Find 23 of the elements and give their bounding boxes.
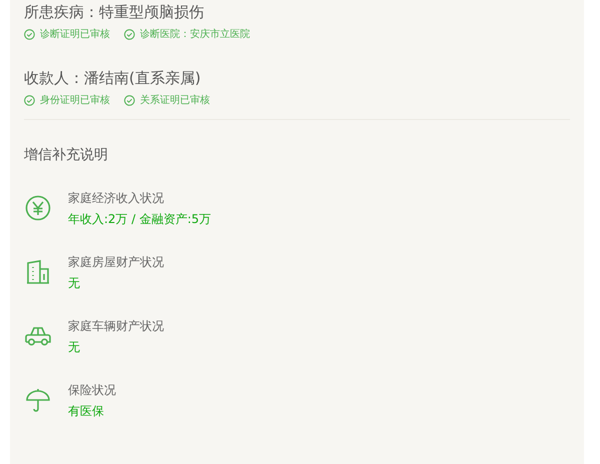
building-icon	[25, 259, 51, 285]
item-value: 无	[68, 338, 81, 356]
check-circle-icon	[124, 28, 135, 40]
car-icon	[24, 325, 52, 347]
item-label: 家庭车辆财产状况	[68, 318, 164, 334]
item-value: 有医保	[68, 402, 105, 420]
check-circle-icon	[24, 94, 35, 106]
verified-tag: 诊断证明已审核	[40, 27, 110, 41]
umbrella-icon	[25, 387, 51, 413]
info-title: 所患疾病：特重型颅脑损伤	[24, 2, 205, 23]
yen-icon	[25, 195, 51, 221]
item-value: 年收入:2万 / 金融资产:5万	[68, 210, 212, 228]
verified-tag: 身份证明已审核	[40, 93, 110, 107]
info-title: 收款人：潘结南(直系亲属)	[24, 68, 202, 89]
section-heading: 增信补充说明	[24, 147, 108, 163]
verified-tag: 关系证明已审核	[140, 93, 210, 107]
verified-tag: 诊断医院：安庆市立医院	[140, 27, 250, 41]
item-label: 保险状况	[68, 382, 116, 398]
check-circle-icon	[24, 28, 35, 40]
check-circle-icon	[124, 94, 135, 106]
item-value: 无	[68, 274, 81, 292]
item-label: 家庭经济收入状况	[68, 190, 165, 206]
item-label: 家庭房屋财产状况	[68, 254, 164, 270]
